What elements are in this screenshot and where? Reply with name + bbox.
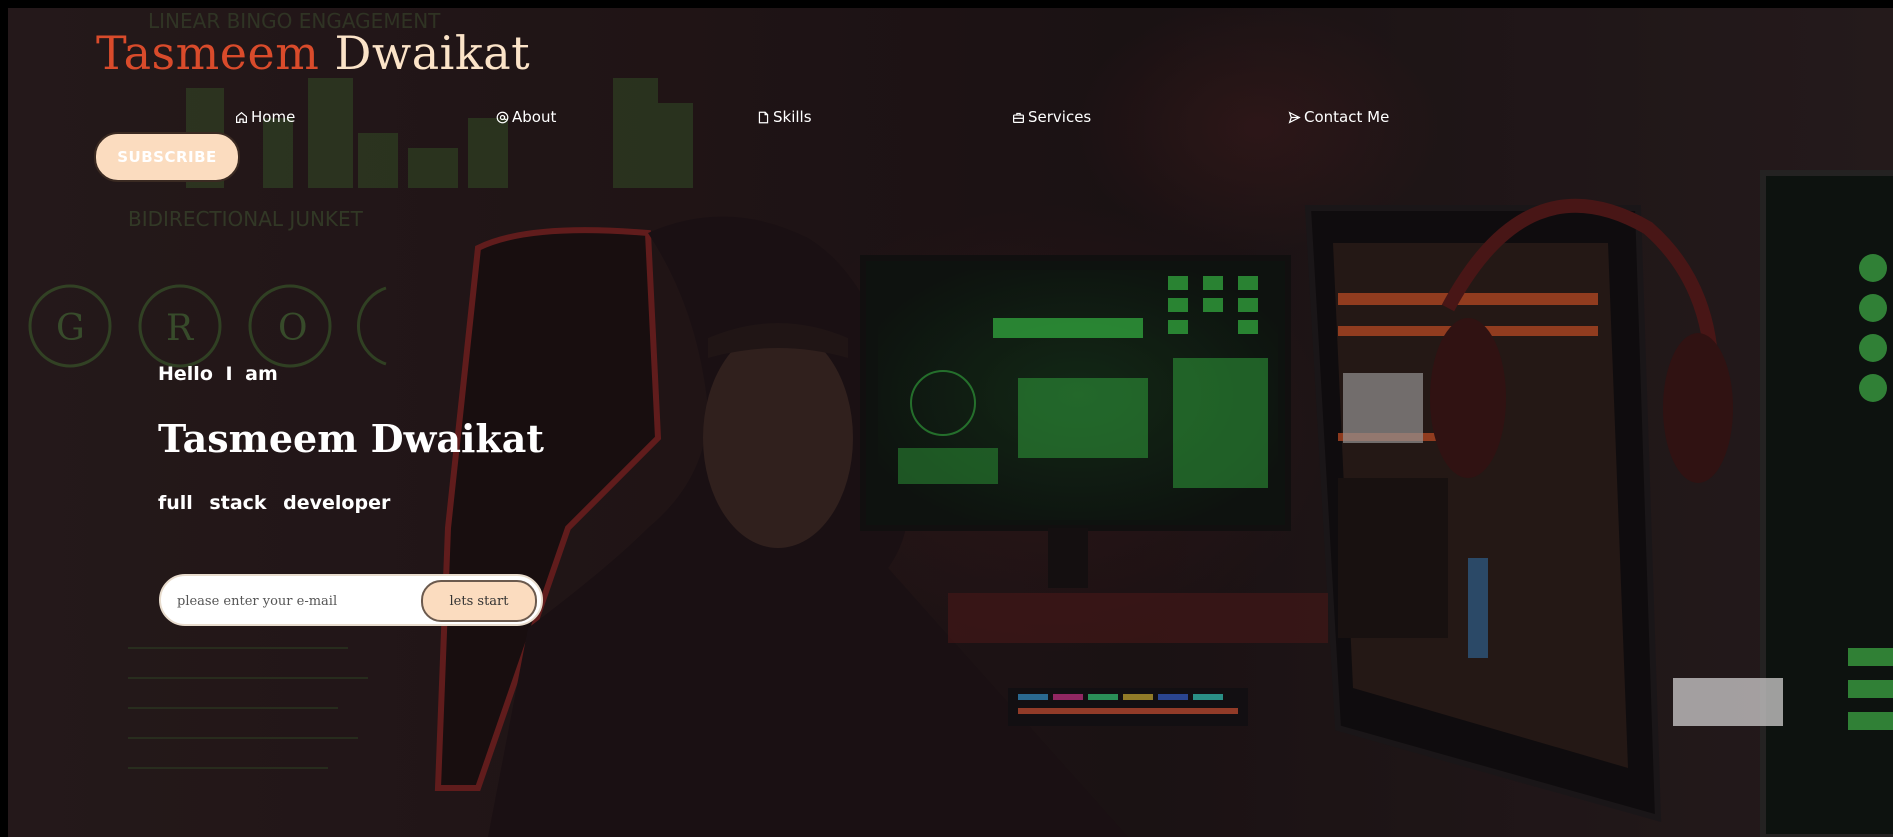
nav-item-label: Home	[251, 108, 296, 126]
subscribe-button[interactable]: SUBSCRIBE	[94, 132, 240, 182]
nav-item-label: Contact Me	[1304, 108, 1390, 126]
nav-item-label: Skills	[773, 108, 812, 126]
nav-item-label: Services	[1028, 108, 1092, 126]
hero-role: full stack developer	[158, 492, 391, 514]
logo-last-name: Dwaikat	[334, 26, 531, 80]
home-icon	[236, 111, 247, 123]
nav-item-label: About	[512, 108, 557, 126]
briefcase-icon	[1013, 112, 1024, 123]
main-nav: Home About Skills Services Contact Me	[8, 108, 1893, 132]
nav-item-about[interactable]: About	[496, 108, 556, 126]
site-logo[interactable]: Tasmeem Dwaikat	[96, 26, 530, 80]
email-form: lets start	[159, 574, 543, 626]
hero-section: LINEAR BINGO ENGAGEMENT BIDIRECTIONAL JU…	[8, 8, 1893, 837]
nav-item-home[interactable]: Home	[235, 108, 295, 126]
nav-item-services[interactable]: Services	[1012, 108, 1091, 126]
at-icon	[496, 111, 509, 123]
email-input[interactable]	[175, 586, 419, 616]
lets-start-button[interactable]: lets start	[421, 580, 537, 622]
file-icon	[758, 111, 769, 123]
nav-item-skills[interactable]: Skills	[757, 108, 812, 126]
nav-item-contact[interactable]: Contact Me	[1288, 108, 1389, 126]
hero-greeting: Hello I am	[158, 363, 278, 385]
hero-name: Tasmeem Dwaikat	[158, 416, 544, 461]
send-icon	[1288, 110, 1301, 124]
logo-first-name: Tasmeem	[96, 26, 320, 80]
